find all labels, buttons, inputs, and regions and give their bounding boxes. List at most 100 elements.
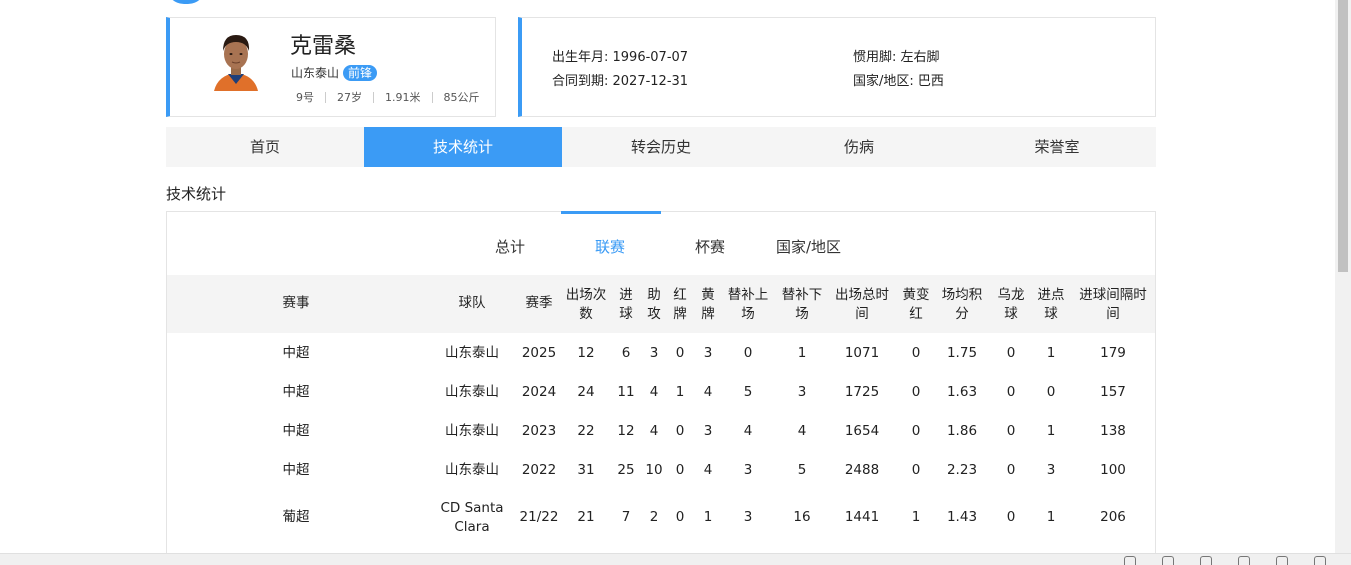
cell-assists: 4 [649, 423, 659, 439]
cell-minutes: 1654 [844, 423, 880, 439]
header-minutes: 出场总时间 [835, 287, 889, 322]
share-icon[interactable] [1124, 556, 1136, 565]
volume-icon[interactable] [1238, 556, 1250, 565]
header-season: 赛季 [525, 295, 553, 311]
cell-sub-in: 4 [743, 423, 753, 439]
cell-penalty-goals: 3 [1046, 462, 1056, 478]
cell-goals: 6 [621, 345, 631, 361]
tab-honors[interactable]: 荣誉室 [958, 127, 1156, 167]
cell-yellow-cards: 1 [703, 509, 713, 525]
cell-avg-points: 1.63 [946, 384, 978, 400]
cell-second-yellow: 1 [911, 509, 921, 525]
cell-goal-interval: 157 [1100, 384, 1126, 400]
cell-appearances: 12 [577, 345, 595, 361]
scrollbar-thumb[interactable] [1338, 0, 1348, 272]
cell-sub-in: 0 [743, 345, 753, 361]
cell-avg-points: 1.75 [946, 345, 978, 361]
subtab-league[interactable]: 联赛 [595, 236, 625, 257]
heart-icon[interactable] [1162, 556, 1174, 565]
subtab-total[interactable]: 总计 [495, 236, 525, 257]
logo-fragment [166, 0, 206, 4]
player-height: 1.91米 [385, 91, 421, 104]
cell-assists: 3 [649, 345, 659, 361]
player-weight: 85公斤 [443, 91, 480, 104]
nationality: 国家/地区: 巴西 [853, 74, 944, 89]
cell-avg-points: 2.23 [946, 462, 978, 478]
bottom-toolbar [0, 553, 1351, 565]
header-team: 球队 [458, 295, 486, 311]
cell-sub-in: 3 [743, 509, 753, 525]
team-name[interactable]: 山东泰山 [291, 64, 339, 81]
cell-team[interactable]: CD Santa Clara [440, 499, 503, 537]
active-subtab-indicator [561, 211, 661, 214]
cell-sub-out: 3 [797, 384, 807, 400]
tab-transfer-history[interactable]: 转会历史 [562, 127, 760, 167]
copy-icon[interactable] [1276, 556, 1288, 565]
cell-red-cards: 0 [675, 423, 685, 439]
cell-penalty-goals: 0 [1046, 384, 1056, 400]
divider [325, 91, 326, 103]
divider [431, 91, 433, 103]
cell-own-goals: 0 [1006, 423, 1016, 439]
cell-minutes: 1071 [844, 345, 880, 361]
cell-team[interactable]: 山东泰山 [445, 383, 499, 402]
cell-sub-out: 16 [793, 509, 811, 525]
player-profile-card: 克雷桑 山东泰山 前锋 9号 27岁 1.91米 85公斤 [166, 17, 496, 117]
cell-goals: 25 [617, 462, 635, 478]
cell-second-yellow: 0 [911, 345, 921, 361]
cell-avg-points: 1.43 [946, 509, 978, 525]
cell-season: 21/22 [519, 509, 559, 525]
vertical-scrollbar[interactable] [1335, 0, 1351, 553]
cell-second-yellow: 0 [911, 423, 921, 439]
cell-sub-out: 1 [797, 345, 807, 361]
cell-own-goals: 0 [1006, 462, 1016, 478]
cell-season: 2022 [521, 462, 557, 478]
cell-goal-interval: 100 [1100, 462, 1126, 478]
cell-yellow-cards: 4 [703, 384, 713, 400]
preferred-foot: 惯用脚: 左右脚 [853, 50, 940, 65]
cell-competition: 中超 [282, 423, 310, 439]
tab-home[interactable]: 首页 [166, 127, 364, 167]
cell-team[interactable]: 山东泰山 [445, 461, 499, 480]
cell-team[interactable]: 山东泰山 [445, 422, 499, 441]
cell-appearances: 31 [577, 462, 595, 478]
cell-own-goals: 0 [1006, 345, 1016, 361]
cell-competition: 葡超 [282, 509, 310, 525]
cell-sub-in: 5 [743, 384, 753, 400]
cell-avg-points: 1.86 [946, 423, 978, 439]
cell-team[interactable]: 山东泰山 [445, 344, 499, 363]
cell-season: 2024 [521, 384, 557, 400]
cell-minutes: 1725 [844, 384, 880, 400]
subtab-national[interactable]: 国家/地区 [776, 236, 841, 257]
shirt-number: 9号 [296, 91, 314, 104]
tab-injuries[interactable]: 伤病 [760, 127, 958, 167]
cell-assists: 4 [649, 384, 659, 400]
cell-competition: 中超 [282, 345, 310, 361]
player-stats-line: 9号 27岁 1.91米 85公斤 [296, 89, 480, 105]
player-avatar [210, 29, 262, 91]
header-appearances: 出场次数 [565, 287, 607, 322]
search-icon[interactable] [1314, 556, 1326, 565]
header-assists: 助攻 [647, 287, 661, 322]
cell-season: 2023 [521, 423, 557, 439]
stats-panel: 总计 联赛 杯赛 国家/地区 赛事 球队 赛季 出场次数进球助攻红牌黄牌替补上场替补下… [166, 211, 1156, 565]
cell-second-yellow: 0 [911, 462, 921, 478]
trash-icon[interactable] [1200, 556, 1212, 565]
main-tab-bar: 首页 技术统计 转会历史 伤病 荣誉室 [166, 127, 1156, 167]
cell-assists: 2 [649, 509, 659, 525]
header-competition: 赛事 [282, 295, 310, 311]
header-yellow-cards: 黄牌 [701, 287, 715, 322]
cell-minutes: 2488 [844, 462, 880, 478]
section-title: 技术统计 [166, 185, 227, 203]
cell-penalty-goals: 1 [1046, 345, 1056, 361]
player-name: 克雷桑 [290, 34, 357, 59]
cell-goal-interval: 179 [1100, 345, 1126, 361]
cell-minutes: 1441 [844, 509, 880, 525]
subtab-cup[interactable]: 杯赛 [695, 236, 725, 257]
tab-technical-stats[interactable]: 技术统计 [364, 127, 562, 167]
header-sub-in: 替补上场 [727, 287, 769, 322]
header-goals: 进球 [619, 287, 633, 322]
cell-red-cards: 0 [675, 509, 685, 525]
header-penalty-goals: 进点球 [1037, 287, 1065, 322]
header-goal-interval: 进球间隔时间 [1079, 287, 1147, 322]
